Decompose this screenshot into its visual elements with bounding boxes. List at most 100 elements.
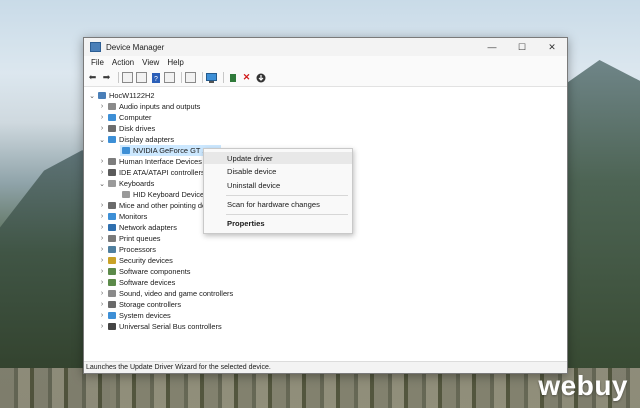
- properties-icon[interactable]: [122, 72, 133, 83]
- expand-chevron-icon[interactable]: ›: [98, 213, 106, 220]
- tree-item-print-queues[interactable]: › Print queues: [98, 233, 161, 244]
- back-arrow-icon[interactable]: ⬅: [87, 72, 98, 83]
- show-hidden-icon[interactable]: [136, 72, 147, 83]
- uninstall-icon[interactable]: ✕: [241, 72, 252, 83]
- tree-item-monitors[interactable]: › Monitors: [98, 211, 148, 222]
- expand-chevron-icon[interactable]: ›: [98, 169, 106, 176]
- menu-file[interactable]: File: [87, 58, 108, 67]
- keyboard-icon: [122, 191, 130, 198]
- tree-item-processors[interactable]: › Processors: [98, 244, 156, 255]
- expand-chevron-icon[interactable]: ›: [98, 312, 106, 319]
- disk-icon: [108, 125, 116, 132]
- printer-icon: [108, 235, 116, 242]
- tree-item-label: Software components: [119, 267, 191, 276]
- tree-item-security[interactable]: › Security devices: [98, 255, 173, 266]
- expand-chevron-icon[interactable]: ›: [98, 125, 106, 132]
- tree-item-audio[interactable]: › Audio inputs and outputs: [98, 101, 201, 112]
- tree-item-computer[interactable]: › Computer: [98, 112, 152, 123]
- expand-chevron-icon[interactable]: ›: [98, 279, 106, 286]
- tree-item-usb[interactable]: › Universal Serial Bus controllers: [98, 321, 222, 332]
- processor-icon: [108, 246, 116, 253]
- context-menu: Update driver Disable device Uninstall d…: [203, 148, 353, 234]
- disable-device-menu-item[interactable]: Disable device: [204, 165, 352, 177]
- minimize-button[interactable]: —: [477, 38, 507, 56]
- root-label: HocW1122H2: [109, 91, 155, 100]
- close-button[interactable]: ✕: [537, 38, 567, 56]
- maximize-button[interactable]: ☐: [507, 38, 537, 56]
- forward-arrow-icon[interactable]: ➡: [101, 72, 112, 83]
- expand-chevron-icon[interactable]: ›: [98, 246, 106, 253]
- expand-chevron-icon[interactable]: ›: [98, 103, 106, 110]
- uninstall-device-menu-item[interactable]: Uninstall device: [204, 179, 352, 191]
- toolbar-separator: [181, 72, 182, 83]
- collapse-chevron-icon[interactable]: ⌄: [88, 92, 96, 100]
- expand-chevron-icon[interactable]: ›: [98, 202, 106, 209]
- mouse-icon: [108, 202, 116, 209]
- expand-chevron-icon[interactable]: ›: [98, 257, 106, 264]
- tree-item-sound[interactable]: › Sound, video and game controllers: [98, 288, 233, 299]
- help-icon[interactable]: ?: [150, 72, 161, 83]
- collapse-chevron-icon[interactable]: ⌄: [98, 180, 106, 188]
- expand-chevron-icon[interactable]: ›: [98, 224, 106, 231]
- tree-item-label: Processors: [119, 245, 156, 254]
- computer-icon: [108, 114, 116, 121]
- tree-item-label: Sound, video and game controllers: [119, 289, 234, 298]
- expand-chevron-icon[interactable]: ›: [98, 235, 106, 242]
- display-adapter-icon: [108, 136, 116, 143]
- tree-item-label: Network adapters: [119, 223, 177, 232]
- expand-chevron-icon[interactable]: ›: [98, 301, 106, 308]
- tree-item-network[interactable]: › Network adapters: [98, 222, 177, 233]
- tree-item-label: IDE ATA/ATAPI controllers: [119, 168, 205, 177]
- collapse-chevron-icon[interactable]: ⌄: [98, 136, 106, 144]
- menu-separator: [226, 214, 348, 215]
- toolbar: ⬅ ➡ ? ✕: [84, 69, 567, 87]
- tree-item-ide[interactable]: › IDE ATA/ATAPI controllers: [98, 167, 205, 178]
- menu-action[interactable]: Action: [108, 58, 138, 67]
- tree-item-label: Storage controllers: [119, 300, 182, 309]
- speaker-icon: [108, 103, 116, 110]
- tree-item-label: Print queues: [119, 234, 161, 243]
- scan-hardware-icon[interactable]: [206, 72, 217, 83]
- tree-item-disk-drives[interactable]: › Disk drives: [98, 123, 155, 134]
- update-driver-icon[interactable]: [185, 72, 196, 83]
- title-bar: Device Manager — ☐ ✕: [84, 38, 567, 56]
- tree-item-software-devices[interactable]: › Software devices: [98, 277, 175, 288]
- menu-help[interactable]: Help: [163, 58, 187, 67]
- software-device-icon: [108, 279, 116, 286]
- tree-item-label: Display adapters: [119, 135, 175, 144]
- hid-icon: [108, 158, 116, 165]
- scan-hardware-menu-item[interactable]: Scan for hardware changes: [204, 198, 352, 210]
- menu-view[interactable]: View: [138, 58, 163, 67]
- tree-item-system-devices[interactable]: › System devices: [98, 310, 171, 321]
- tree-item-display-adapters[interactable]: ⌄ Display adapters: [98, 134, 174, 145]
- add-legacy-icon[interactable]: [227, 72, 238, 83]
- webuy-watermark: webuy: [538, 370, 628, 401]
- toolbar-separator: [118, 72, 119, 83]
- device-manager-icon: [90, 42, 101, 52]
- expand-chevron-icon[interactable]: ›: [98, 158, 106, 165]
- update-driver-menu-item[interactable]: Update driver: [204, 152, 352, 164]
- tree-item-software-components[interactable]: › Software components: [98, 266, 191, 277]
- tree-item-hid-keyboard[interactable]: HID Keyboard Device: [120, 189, 204, 200]
- tree-root[interactable]: ⌄ HocW1122H2: [88, 90, 154, 101]
- properties-menu-item[interactable]: Properties: [204, 217, 352, 229]
- view-icon[interactable]: [164, 72, 175, 83]
- expand-chevron-icon[interactable]: ›: [98, 290, 106, 297]
- tree-item-hid[interactable]: › Human Interface Devices: [98, 156, 202, 167]
- monitor-icon: [108, 213, 116, 220]
- tree-item-label: Disk drives: [119, 124, 156, 133]
- expand-chevron-icon[interactable]: ›: [98, 114, 106, 121]
- tree-item-label: Human Interface Devices: [119, 157, 202, 166]
- download-icon[interactable]: [255, 72, 266, 83]
- tree-item-label: Security devices: [119, 256, 173, 265]
- software-component-icon: [108, 268, 116, 275]
- tree-item-label: System devices: [119, 311, 171, 320]
- tree-item-label: Computer: [119, 113, 152, 122]
- tree-item-keyboards[interactable]: ⌄ Keyboards: [98, 178, 154, 189]
- expand-chevron-icon[interactable]: ›: [98, 268, 106, 275]
- expand-chevron-icon[interactable]: ›: [98, 323, 106, 330]
- tree-item-storage[interactable]: › Storage controllers: [98, 299, 181, 310]
- tree-item-label: Universal Serial Bus controllers: [119, 322, 222, 331]
- sound-icon: [108, 290, 116, 297]
- tree-item-label: Keyboards: [119, 179, 155, 188]
